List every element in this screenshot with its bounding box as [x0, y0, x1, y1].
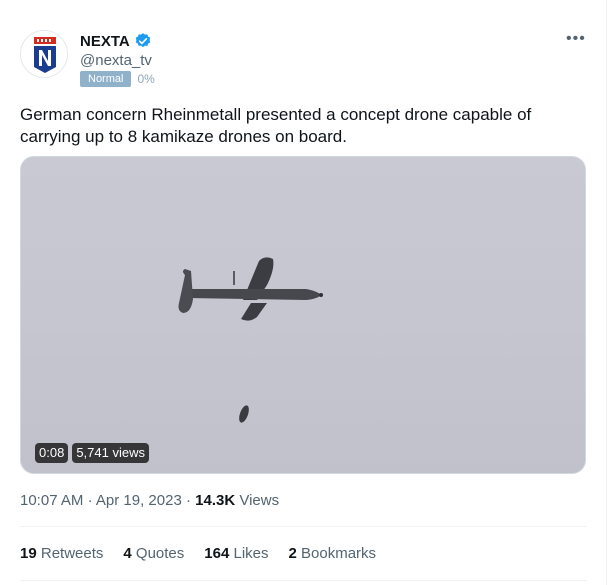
quotes-stat[interactable]: 4 Quotes — [123, 545, 184, 562]
tweet-timestamp-row: 10:07 AM · Apr 19, 2023 · 14.3K Views — [20, 492, 279, 509]
tweet-time[interactable]: 10:07 AM — [20, 492, 83, 509]
quotes-label: Quotes — [135, 545, 185, 562]
tweet-text: German concern Rheinmetall presented a c… — [20, 105, 532, 146]
bookmarks-stat[interactable]: 2 Bookmarks — [289, 545, 377, 562]
views-count[interactable]: 14.3K — [195, 492, 235, 509]
divider — [20, 526, 587, 527]
verified-badge-icon — [135, 33, 151, 48]
avatar[interactable] — [20, 30, 68, 78]
author-handle[interactable]: @nexta_tv — [80, 52, 152, 69]
status-badge: Normal — [80, 71, 132, 87]
status-percent: 0% — [137, 72, 155, 86]
tweet-card: NEXTA @nexta_tv Normal 0% ••• German con… — [0, 0, 607, 585]
video-duration: 0:08 — [35, 443, 69, 463]
video-views: 5,741 views — [72, 443, 149, 463]
author-name-row: NEXTA — [80, 32, 152, 50]
author-name[interactable]: NEXTA — [80, 33, 130, 50]
drone-video-frame — [178, 257, 323, 423]
separator: · — [185, 492, 191, 509]
video-player[interactable]: 0:08 5,741 views — [20, 156, 586, 474]
likes-count: 164 — [204, 545, 230, 562]
likes-label: Likes — [233, 545, 269, 562]
views-label: Views — [239, 492, 280, 509]
nexta-logo-icon — [21, 31, 67, 77]
separator: · — [87, 492, 93, 509]
bookmarks-label: Bookmarks — [301, 545, 377, 562]
tweet-date[interactable]: Apr 19, 2023 — [96, 492, 182, 509]
divider — [20, 580, 587, 581]
quotes-count: 4 — [123, 545, 132, 562]
reputation-row: Normal 0% — [80, 71, 155, 87]
more-options-icon[interactable]: ••• — [566, 30, 586, 48]
likes-stat[interactable]: 164 Likes — [204, 545, 268, 562]
retweets-label: Retweets — [40, 545, 104, 562]
engagement-stats: 19 Retweets 4 Quotes 164 Likes 2 Bookmar… — [20, 545, 376, 562]
bookmarks-count: 2 — [288, 545, 297, 562]
retweets-count: 19 — [20, 545, 37, 562]
retweets-stat[interactable]: 19 Retweets — [20, 545, 103, 562]
video-meta: 0:08 5,741 views — [35, 443, 149, 463]
